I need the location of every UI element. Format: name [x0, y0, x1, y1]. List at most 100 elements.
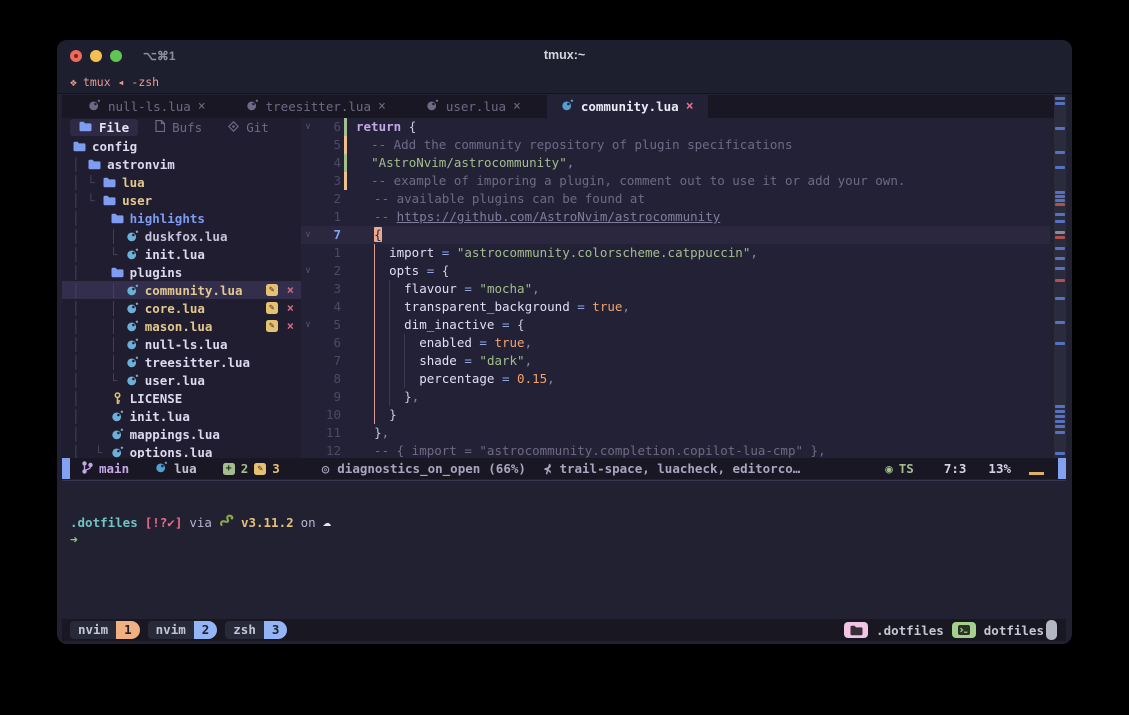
- code-text: {: [350, 226, 382, 244]
- lua-file-icon: [110, 410, 125, 423]
- fold-icon: [301, 244, 315, 262]
- code-token: [356, 155, 371, 170]
- close-buffer-icon[interactable]: ×: [198, 99, 206, 114]
- editor-line[interactable]: ∨2 opts = {: [301, 262, 1050, 280]
- neotree-tab-file[interactable]: File: [70, 119, 138, 136]
- lua-file-icon: [426, 99, 439, 115]
- editor-scrollbar[interactable]: [1054, 95, 1066, 458]
- code-token: =: [457, 353, 480, 368]
- code-token: ,: [382, 425, 390, 440]
- code-token: true: [494, 335, 524, 350]
- lua-file-icon: [125, 284, 140, 297]
- tree-item-label: init.lua: [145, 247, 205, 262]
- buffer-tab[interactable]: treesitter.lua×: [232, 95, 400, 118]
- editor-line[interactable]: 9 },: [301, 388, 1050, 406]
- diamond-icon: [228, 120, 239, 135]
- shell-pane[interactable]: .dotfiles [!?✔] via v3.11.2 on ☁ ➜: [62, 481, 1066, 619]
- fold-icon[interactable]: ∨: [301, 226, 315, 244]
- git-modified-icon: ✎: [266, 284, 278, 296]
- code-token: ,: [547, 371, 555, 386]
- tree-item-user.lua[interactable]: │ └ user.lua: [62, 371, 301, 389]
- modified-count: 3: [272, 461, 280, 476]
- line-number: 11: [315, 424, 341, 442]
- tree-item-options.lua[interactable]: │ └ options.lua: [62, 443, 301, 458]
- tree-item-LICENSE[interactable]: │ LICENSE: [62, 389, 301, 407]
- editor-line[interactable]: 4 "AstroNvim/astrocommunity",: [301, 154, 1050, 172]
- tree-item-label: null-ls.lua: [145, 337, 228, 352]
- scrollbar-change-mark: [1055, 431, 1065, 434]
- editor-line[interactable]: ∨7 {: [301, 226, 1050, 244]
- titlebar: ⌥⌘1 tmux:~: [57, 40, 1072, 72]
- close-buffer-icon[interactable]: ×: [513, 99, 521, 114]
- tree-item-highlights[interactable]: │ highlights: [62, 209, 301, 227]
- buffer-tab[interactable]: community.lua×: [547, 95, 708, 118]
- neotree-tab-label: Bufs: [172, 120, 202, 135]
- buffer-tab-label: user.lua: [446, 99, 506, 114]
- tree-item-mappings.lua[interactable]: │ mappings.lua: [62, 425, 301, 443]
- lsp-label: diagnostics_on_open: [337, 461, 480, 476]
- editor-line[interactable]: 5 -- Add the community repository of plu…: [301, 136, 1050, 154]
- tree-item-init.lua[interactable]: │ └ init.lua: [62, 245, 301, 263]
- tree-item-lua[interactable]: │ └ lua: [62, 173, 301, 191]
- editor-line[interactable]: 8 percentage = 0.15,: [301, 370, 1050, 388]
- editor-line[interactable]: 3 -- example of imporing a plugin, comme…: [301, 172, 1050, 190]
- editor-line[interactable]: 1 -- https://github.com/AstroNvim/astroc…: [301, 208, 1050, 226]
- buffer-tab[interactable]: user.lua ×: [412, 95, 535, 118]
- tree-item-treesitter.lua[interactable]: │ │ treesitter.lua: [62, 353, 301, 371]
- line-number: 10: [315, 406, 341, 424]
- scrollbar-change-mark: [1055, 342, 1065, 345]
- tree-item-user[interactable]: │ └ user: [62, 191, 301, 209]
- fold-icon: [301, 424, 315, 442]
- tree-item-init.lua[interactable]: │ init.lua: [62, 407, 301, 425]
- code-token: {: [409, 119, 417, 134]
- editor-pane[interactable]: ∨6return {5 -- Add the community reposit…: [301, 118, 1050, 458]
- editor-line[interactable]: 10 }: [301, 406, 1050, 424]
- neotree-tab-git[interactable]: Git: [219, 119, 278, 136]
- scrollbar-change-mark: [1055, 267, 1065, 270]
- buffer-tab[interactable]: null-ls.lua×: [74, 95, 220, 118]
- terminal-tab[interactable]: ❖ tmux ◂ -zsh: [70, 75, 159, 89]
- fold-icon[interactable]: ∨: [301, 262, 315, 280]
- lua-file-icon: [110, 428, 125, 441]
- formatter-segment: ⊀ trail-space, luacheck, editorco…: [544, 461, 800, 476]
- tmux-window-nvim-2[interactable]: nvim2: [148, 621, 218, 639]
- neotree-tab-label: Git: [246, 120, 269, 135]
- tree-item-plugins[interactable]: │ plugins: [62, 263, 301, 281]
- tree-indent-guide: │: [72, 427, 110, 442]
- tree-item-community.lua[interactable]: │ │ community.lua✎×: [62, 281, 301, 299]
- editor-line[interactable]: 1 import = "astrocommunity.colorscheme.c…: [301, 244, 1050, 262]
- close-buffer-icon[interactable]: ×: [686, 99, 694, 114]
- tree-item-core.lua[interactable]: │ │ core.lua✎×: [62, 299, 301, 317]
- code-token: return: [356, 119, 409, 134]
- folder-icon: [79, 120, 92, 135]
- tree-indent-guide: │ │: [72, 337, 125, 352]
- tree-item-config[interactable]: config: [62, 137, 301, 155]
- editor-line[interactable]: 11 },: [301, 424, 1050, 442]
- tree-item-astronvim[interactable]: │ astronvim: [62, 155, 301, 173]
- tree-item-null-ls.lua[interactable]: │ │ null-ls.lua: [62, 335, 301, 353]
- editor-line[interactable]: ∨5 dim_inactive = {: [301, 316, 1050, 334]
- tree-item-label: options.lua: [130, 445, 213, 459]
- editor-line[interactable]: 6 enabled = true,: [301, 334, 1050, 352]
- neotree-tab-bufs[interactable]: Bufs: [146, 119, 211, 136]
- close-buffer-icon[interactable]: ×: [378, 99, 386, 114]
- fold-icon[interactable]: ∨: [301, 118, 315, 136]
- tree-indent-guide: │ │: [72, 319, 125, 334]
- line-number: 1: [315, 244, 341, 262]
- editor-line[interactable]: ∨6return {: [301, 118, 1050, 136]
- tmux-window-zsh-3[interactable]: zsh3: [225, 621, 287, 639]
- tree-item-mason.lua[interactable]: │ │ mason.lua✎×: [62, 317, 301, 335]
- editor-line[interactable]: 7 shade = "dark",: [301, 352, 1050, 370]
- code-text: percentage = 0.15,: [350, 370, 555, 388]
- line-number: 4: [315, 154, 341, 172]
- tmux-window-nvim-1[interactable]: nvim1: [70, 621, 140, 639]
- scroll-percentage: 13%: [988, 461, 1011, 476]
- fold-icon[interactable]: ∨: [301, 316, 315, 334]
- git-unstaged-icon: ×: [287, 283, 294, 297]
- editor-line[interactable]: 12 -- { import = "astrocommunity.complet…: [301, 442, 1050, 458]
- editor-line[interactable]: 4 transparent_background = true,: [301, 298, 1050, 316]
- editor-line[interactable]: 2 -- available plugins can be found at: [301, 190, 1050, 208]
- neotree-source-tabs: File Bufs Git: [62, 118, 301, 137]
- tree-item-duskfox.lua[interactable]: │ │ duskfox.lua: [62, 227, 301, 245]
- editor-line[interactable]: 3 flavour = "mocha",: [301, 280, 1050, 298]
